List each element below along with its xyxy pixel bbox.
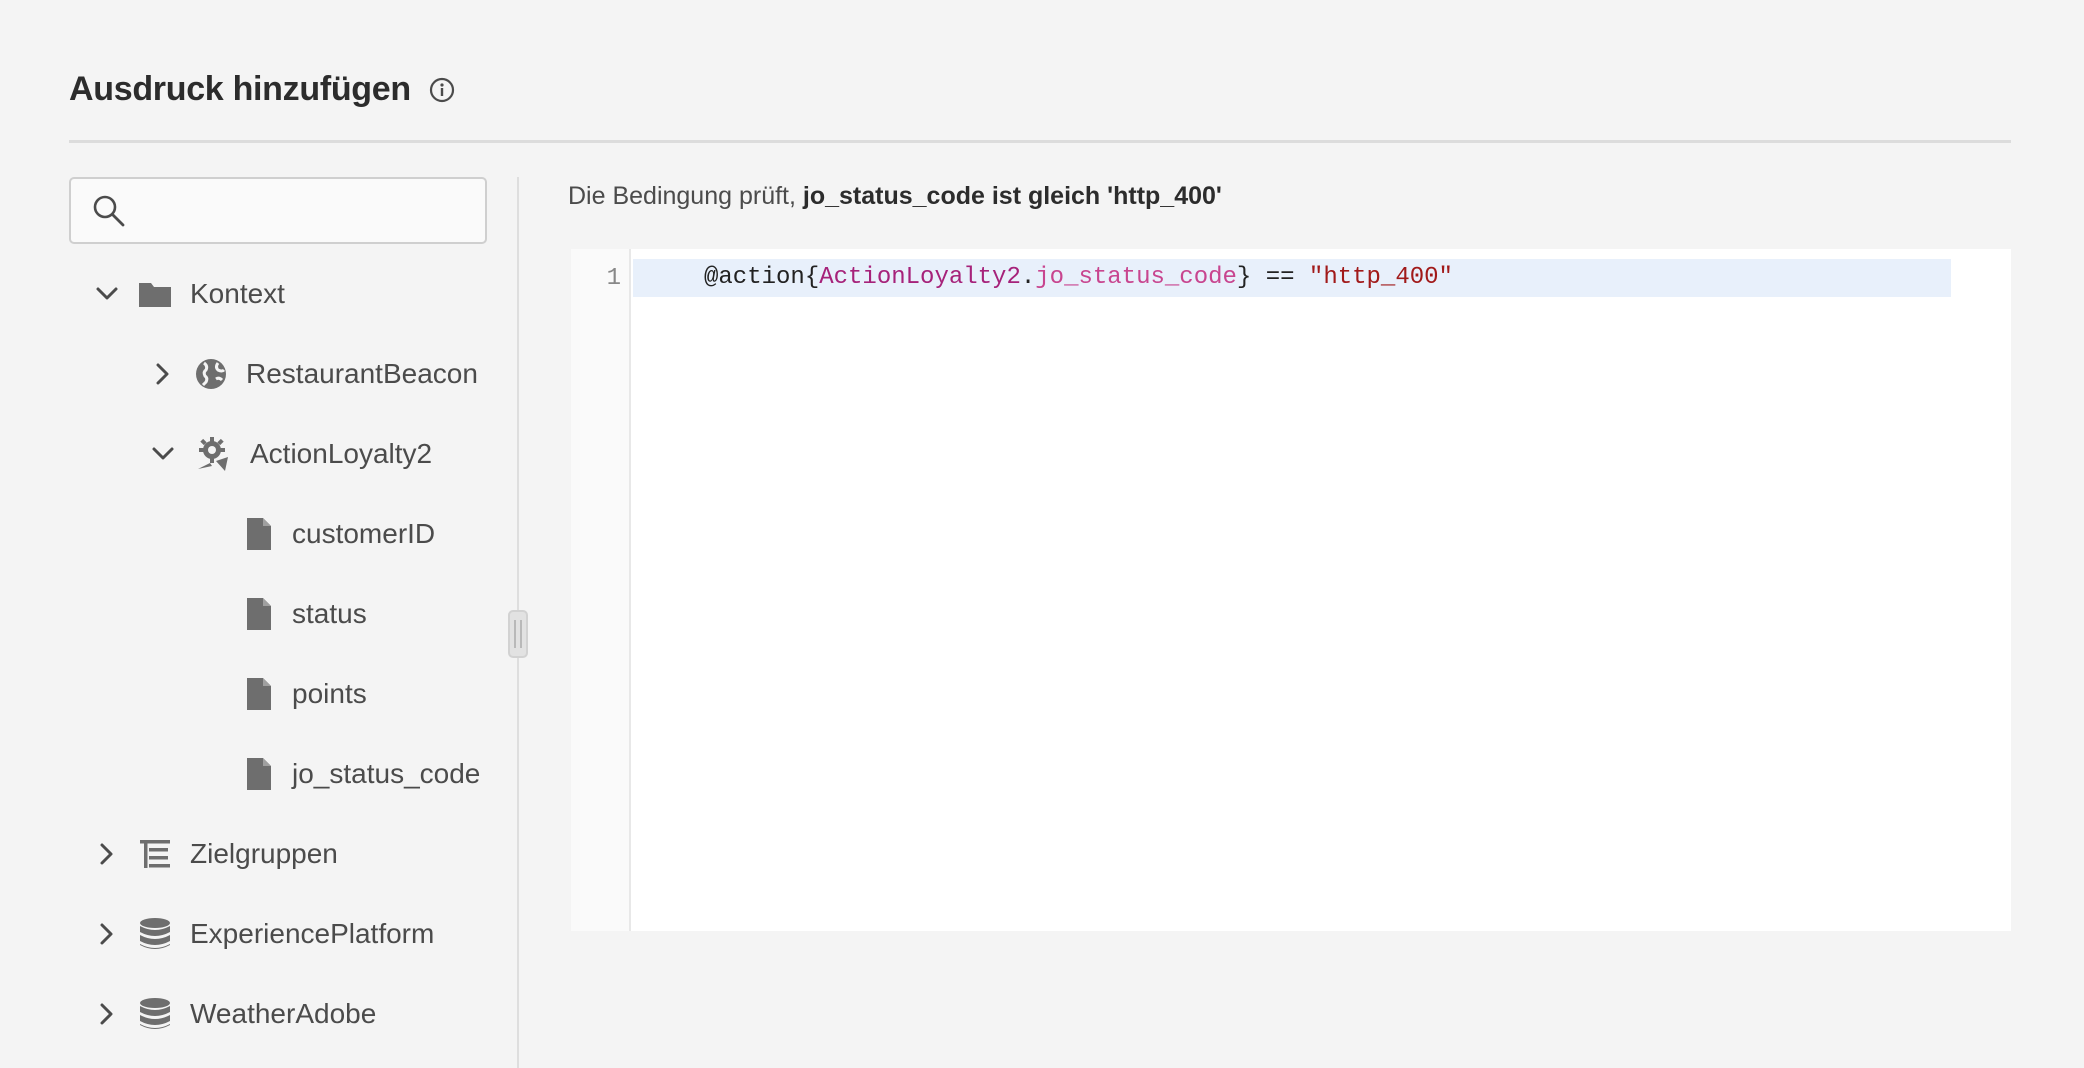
code-token-prefix: @action{ <box>704 264 820 291</box>
tree-item-label: ExperiencePlatform <box>190 918 435 949</box>
tree-item-label: status <box>292 598 367 629</box>
search-icon <box>91 193 127 229</box>
line-number: 1 <box>606 265 621 292</box>
chevron-right-icon[interactable] <box>150 361 176 387</box>
action-gear-icon <box>194 435 232 473</box>
tree-item-label: ActionLoyalty2 <box>250 438 433 469</box>
segments-icon <box>138 837 172 871</box>
condition-prefix: Die Bedingung prüft, <box>568 182 803 210</box>
globe-icon <box>194 357 228 391</box>
tree-item-weatheradobe[interactable]: WeatherAdobe <box>94 990 376 1038</box>
tree-item-label: RestaurantBeacon <box>246 358 478 389</box>
file-icon <box>246 517 272 551</box>
tree-item-actionloyalty2[interactable]: ActionLoyalty2 <box>150 430 432 478</box>
file-icon <box>246 677 272 711</box>
editor-gutter: 1 <box>571 249 631 931</box>
code-token-field: jo_status_code <box>1035 264 1237 291</box>
tree-item-experienceplatform[interactable]: ExperiencePlatform <box>94 910 434 958</box>
tree-item-zielgruppen[interactable]: Zielgruppen <box>94 830 338 878</box>
file-icon <box>246 597 272 631</box>
tree-item-points[interactable]: points <box>246 670 367 718</box>
code-token-string: "http_400" <box>1308 264 1453 291</box>
code-token-dot: . <box>1020 264 1036 291</box>
tree-item-jo-status-code[interactable]: jo_status_code <box>246 750 480 798</box>
tree-item-status[interactable]: status <box>246 590 367 638</box>
tree-item-restaurantbeacon[interactable]: RestaurantBeacon <box>150 350 478 398</box>
tree-item-label: Kontext <box>190 278 285 309</box>
chevron-down-icon[interactable] <box>94 281 120 307</box>
chevron-right-icon[interactable] <box>94 841 120 867</box>
code-token-close: } == <box>1236 264 1309 291</box>
chevron-right-icon[interactable] <box>94 921 120 947</box>
condition-summary: Die Bedingung prüft, jo_status_code ist … <box>568 182 1222 211</box>
info-icon[interactable] <box>427 75 457 105</box>
tree-item-label: jo_status_code <box>292 758 481 789</box>
chevron-right-icon[interactable] <box>94 1001 120 1027</box>
folder-icon <box>138 277 172 311</box>
resize-handle[interactable] <box>508 610 528 658</box>
tree-item-label: Zielgruppen <box>190 838 338 869</box>
search-input[interactable] <box>141 179 485 242</box>
condition-expression: jo_status_code ist gleich 'http_400' <box>802 182 1222 210</box>
tree-item-customerid[interactable]: customerID <box>246 510 435 558</box>
database-icon <box>138 997 172 1031</box>
tree-item-kontext[interactable]: Kontext <box>94 270 285 318</box>
database-icon <box>138 917 172 951</box>
chevron-down-icon[interactable] <box>150 441 176 467</box>
page-title: Ausdruck hinzufügen <box>69 70 411 108</box>
header-divider <box>69 140 2011 143</box>
expression-editor[interactable]: 1 @action{ActionLoyalty2.jo_status_code}… <box>571 249 2011 931</box>
tree-item-label: WeatherAdobe <box>190 998 377 1029</box>
tree-item-label: points <box>292 678 367 709</box>
tree-item-label: customerID <box>292 518 436 549</box>
file-icon <box>246 757 272 791</box>
code-token-entity: ActionLoyalty2 <box>819 264 1021 291</box>
page-header: Ausdruck hinzufügen <box>69 70 457 109</box>
code-line[interactable]: @action{ActionLoyalty2.jo_status_code} =… <box>704 264 1453 291</box>
search-box[interactable] <box>69 177 487 244</box>
